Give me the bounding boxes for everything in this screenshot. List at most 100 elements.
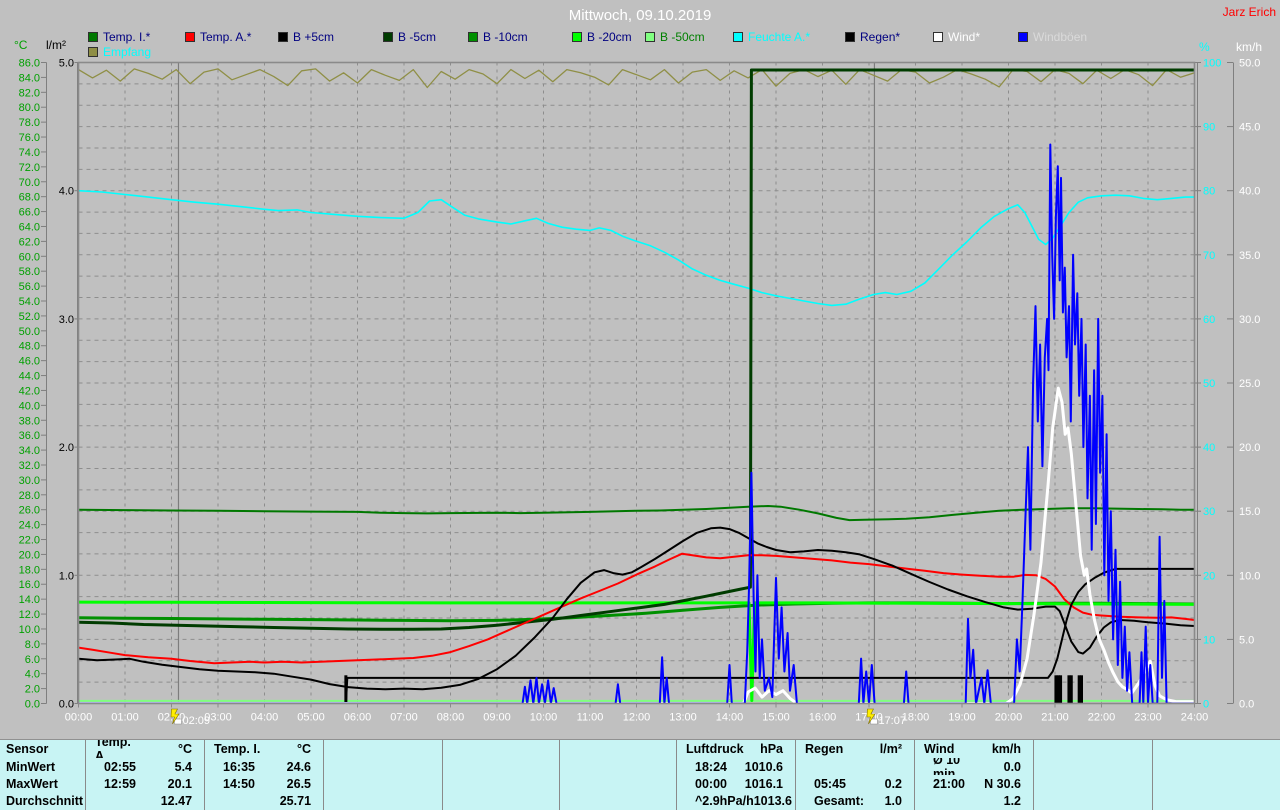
svg-text:6.0: 6.0 <box>25 654 40 666</box>
svg-text:0.0: 0.0 <box>25 699 40 711</box>
svg-text:80.0: 80.0 <box>19 102 40 114</box>
svg-text:5.0: 5.0 <box>1239 634 1254 646</box>
svg-text:30.0: 30.0 <box>1239 314 1260 326</box>
cell-value: 1016.1 <box>744 776 784 791</box>
cell-value: 25.71 <box>279 793 312 808</box>
col-unit: hPa <box>760 742 783 756</box>
svg-text:38.0: 38.0 <box>19 415 40 427</box>
svg-text:07:00: 07:00 <box>390 712 418 724</box>
legend-item-b-plus5: B +5cm <box>278 30 335 44</box>
svg-text:0: 0 <box>1203 699 1209 711</box>
axis-unit-celsius: °C <box>14 38 28 52</box>
legend-label: Empfang <box>103 45 152 59</box>
table-col-empty-8 <box>1033 740 1152 810</box>
svg-text:20: 20 <box>1203 570 1215 582</box>
row-label: MinWert <box>6 759 56 774</box>
svg-text:40.0: 40.0 <box>1239 186 1260 198</box>
svg-text:5.0: 5.0 <box>59 58 74 70</box>
axis-unit-percent: % <box>1199 40 1210 54</box>
b-minus20-swatch-icon <box>572 32 582 42</box>
svg-text:00:00: 00:00 <box>65 712 93 724</box>
b-minus50-swatch-icon <box>645 32 655 42</box>
table-col-empty-9 <box>1152 740 1280 810</box>
legend-label: Regen* <box>860 30 901 44</box>
table-col-temp-i-: Temp. I. °C 16:35 24.6 14:50 26.5 25.71 <box>204 740 323 810</box>
svg-text:26.0: 26.0 <box>19 505 40 517</box>
cell-time: 02:55 <box>104 759 136 774</box>
svg-text:100: 100 <box>1203 58 1221 70</box>
time-marker-label: 17:07 <box>878 715 906 727</box>
svg-text:50.0: 50.0 <box>1239 58 1260 70</box>
weather-app: { "header": { "title": "Mittwoch, 09.10.… <box>0 0 1280 810</box>
col-header: Regen <box>805 742 844 756</box>
svg-text:23:00: 23:00 <box>1134 712 1162 724</box>
svg-text:01:00: 01:00 <box>111 712 139 724</box>
table-col-regen: Regen l/m² 05:45 0.2 Gesamt: 1.0 <box>795 740 914 810</box>
legend-label: Temp. A.* <box>200 30 252 44</box>
svg-text:11:00: 11:00 <box>577 712 604 724</box>
svg-text:16.0: 16.0 <box>19 579 40 591</box>
svg-text:70.0: 70.0 <box>19 177 40 189</box>
svg-text:1.0: 1.0 <box>59 570 74 582</box>
svg-text:25.0: 25.0 <box>1239 378 1260 390</box>
cell-value: 0.2 <box>884 776 903 791</box>
col-unit: l/m² <box>879 742 902 756</box>
cell-time: 14:50 <box>223 776 255 791</box>
cell-time: 00:00 <box>695 776 727 791</box>
legend-label: B -5cm <box>398 30 437 44</box>
windboeen-swatch-icon <box>1018 32 1028 42</box>
legend-label: B +5cm <box>293 30 335 44</box>
cell-value: 26.5 <box>286 776 312 791</box>
col-unit: km/h <box>991 742 1021 756</box>
svg-text:64.0: 64.0 <box>19 221 40 233</box>
row-label: Durchschnitt <box>6 793 84 808</box>
cell-value: 1.2 <box>1003 793 1022 808</box>
table-col-empty-4 <box>559 740 676 810</box>
svg-text:42.0: 42.0 <box>19 385 40 397</box>
cell-value: 1010.6 <box>744 759 784 774</box>
svg-text:2.0: 2.0 <box>59 442 74 454</box>
svg-text:58.0: 58.0 <box>19 266 40 278</box>
svg-text:24:00: 24:00 <box>1181 712 1209 724</box>
axis-km/h: 0.0 5.0 10.0 15.0 20.0 25.0 30.0 35.0 40.0 45.0 50… <box>1227 58 1260 711</box>
col-unit: °C <box>177 742 192 756</box>
axis-°C: 0.0 2.0 4.0 6.0 8.0 10.0 12.0 14.0 16.0 18.0 20.0 2… <box>19 58 47 711</box>
table-col-empty-3 <box>442 740 559 810</box>
svg-text:04:00: 04:00 <box>251 712 279 724</box>
svg-text:20.0: 20.0 <box>1239 442 1260 454</box>
svg-text:4.0: 4.0 <box>59 186 74 198</box>
b-plus5-swatch-icon <box>278 32 288 42</box>
cell-time: 12:59 <box>104 776 136 791</box>
axis-unit-litre: l/m² <box>46 38 66 52</box>
feuchte-a-swatch-icon <box>733 32 743 42</box>
svg-text:19:00: 19:00 <box>948 712 976 724</box>
table-row-labels: Sensor MinWert MaxWert Durchschnitt <box>0 740 85 810</box>
svg-text:40: 40 <box>1203 442 1215 454</box>
svg-text:82.0: 82.0 <box>19 87 40 99</box>
svg-text:8.0: 8.0 <box>25 639 40 651</box>
cell-value: N 30.6 <box>984 776 1022 791</box>
table-col-luftdruck: Luftdruck hPa 18:24 1010.6 00:00 1016.1 ^2.9hP… <box>676 740 795 810</box>
svg-text:12.0: 12.0 <box>19 609 40 621</box>
svg-text:44.0: 44.0 <box>19 371 40 383</box>
col-header: Wind <box>924 742 955 756</box>
cell-value: 1.0 <box>884 793 902 808</box>
cell-value: 5.4 <box>174 759 193 774</box>
table-col-empty-2 <box>323 740 442 810</box>
svg-text:13:00: 13:00 <box>669 712 697 724</box>
svg-text:30.0: 30.0 <box>19 475 40 487</box>
svg-text:09:00: 09:00 <box>483 712 511 724</box>
regen-swatch-icon <box>845 32 855 42</box>
cell-value: 20.1 <box>167 776 193 791</box>
wind-swatch-icon <box>933 32 943 42</box>
svg-text:76.0: 76.0 <box>19 132 40 144</box>
svg-text:22:00: 22:00 <box>1088 712 1116 724</box>
page-title: Mittwoch, 09.10.2019 <box>568 7 712 24</box>
chart-canvas: 0.0 2.0 4.0 6.0 8.0 10.0 12.0 14.0 16.0 18.0 20.0 2… <box>19 58 1261 728</box>
temp-i-swatch-icon <box>88 32 98 42</box>
legend-item-regen: Regen* <box>845 30 901 44</box>
svg-text:52.0: 52.0 <box>19 311 40 323</box>
cell-time: 21:00 <box>933 776 965 791</box>
series-regen-impulse <box>344 675 1084 704</box>
legend-item-b-minus50: B -50cm <box>645 30 705 44</box>
